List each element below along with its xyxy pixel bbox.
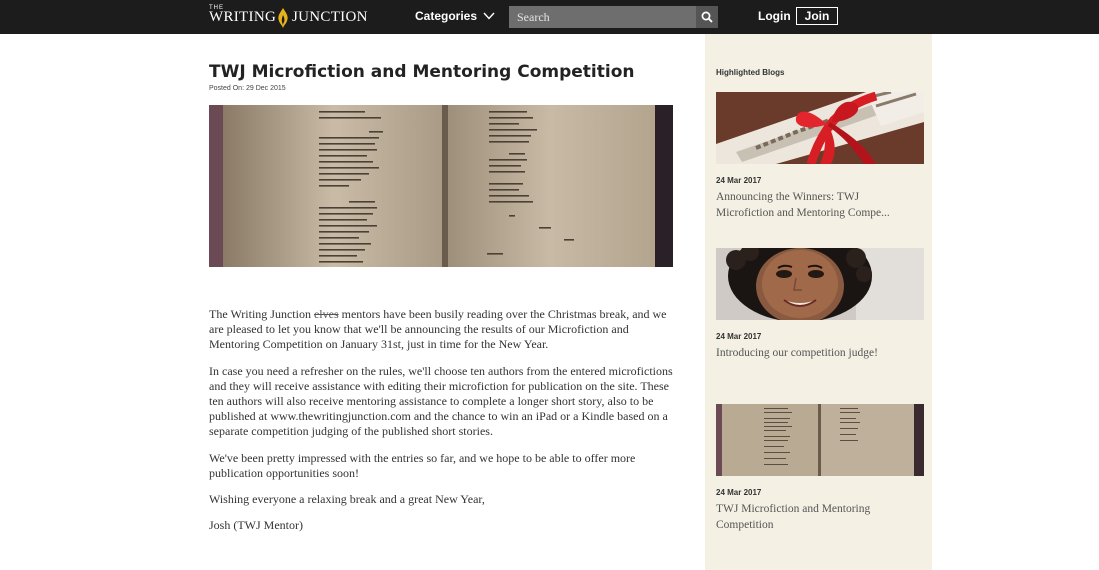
categories-label: Categories (415, 9, 478, 23)
logo-word-writing: WRITING (209, 9, 277, 25)
article-paragraph-2: In case you need a refresher on the rule… (209, 363, 673, 439)
blog-date: 24 Mar 2017 (716, 488, 762, 497)
sidebar-heading: Highlighted Blogs (716, 68, 785, 77)
blog-title-link[interactable]: Announcing the Winners: TWJ Microfiction… (716, 190, 916, 221)
search-button[interactable] (696, 6, 718, 28)
blog-thumbnail-certificate[interactable] (716, 92, 924, 164)
categories-menu[interactable]: Categories (415, 9, 495, 23)
login-link[interactable]: Login (758, 9, 791, 23)
article-paragraph-1: The Writing Junction elves mentors have … (209, 307, 667, 352)
top-navigation-bar: THE WRITING JUNCTION Categories Login Jo… (0, 0, 1099, 34)
flame-logo-icon (278, 8, 288, 28)
open-book-photo (209, 105, 673, 267)
article-signature: Josh (TWJ Mentor) (209, 518, 303, 533)
join-button[interactable]: Join (796, 7, 838, 25)
blog-thumbnail-open-book[interactable] (716, 404, 924, 476)
search-input[interactable] (509, 6, 696, 28)
blog-card[interactable]: 24 Mar 2017 TWJ Microfiction and Mentori… (716, 404, 924, 531)
strikethrough-text: elves (313, 307, 339, 321)
blog-title-link[interactable]: TWJ Microfiction and Mentoring Competiti… (716, 502, 916, 533)
posted-date: Posted On: 29 Dec 2015 (209, 85, 286, 92)
blog-card[interactable]: 24 Mar 2017 Introducing our competition … (716, 248, 924, 359)
article-title: TWJ Microfiction and Mentoring Competiti… (209, 62, 635, 82)
blog-date: 24 Mar 2017 (716, 176, 762, 185)
logo-word-junction: JUNCTION (292, 9, 368, 25)
search-bar (509, 6, 718, 28)
blog-card[interactable]: 24 Mar 2017 Announcing the Winners: TWJ … (716, 92, 924, 219)
search-icon (701, 11, 713, 23)
highlighted-blogs-sidebar: Highlighted Blogs 24 Mar 2017 Announcing… (705, 34, 932, 570)
article-paragraph-3: We've been pretty impressed with the ent… (209, 450, 636, 480)
article-paragraph-4: Wishing everyone a relaxing break and a … (209, 492, 485, 507)
chevron-down-icon (483, 12, 495, 20)
blog-thumbnail-judge-portrait[interactable] (716, 248, 924, 320)
article-hero-image (209, 105, 673, 267)
article-body: The Writing Junction elves mentors have … (209, 307, 674, 544)
blog-date: 24 Mar 2017 (716, 332, 762, 341)
blog-title-link[interactable]: Introducing our competition judge! (716, 346, 916, 362)
